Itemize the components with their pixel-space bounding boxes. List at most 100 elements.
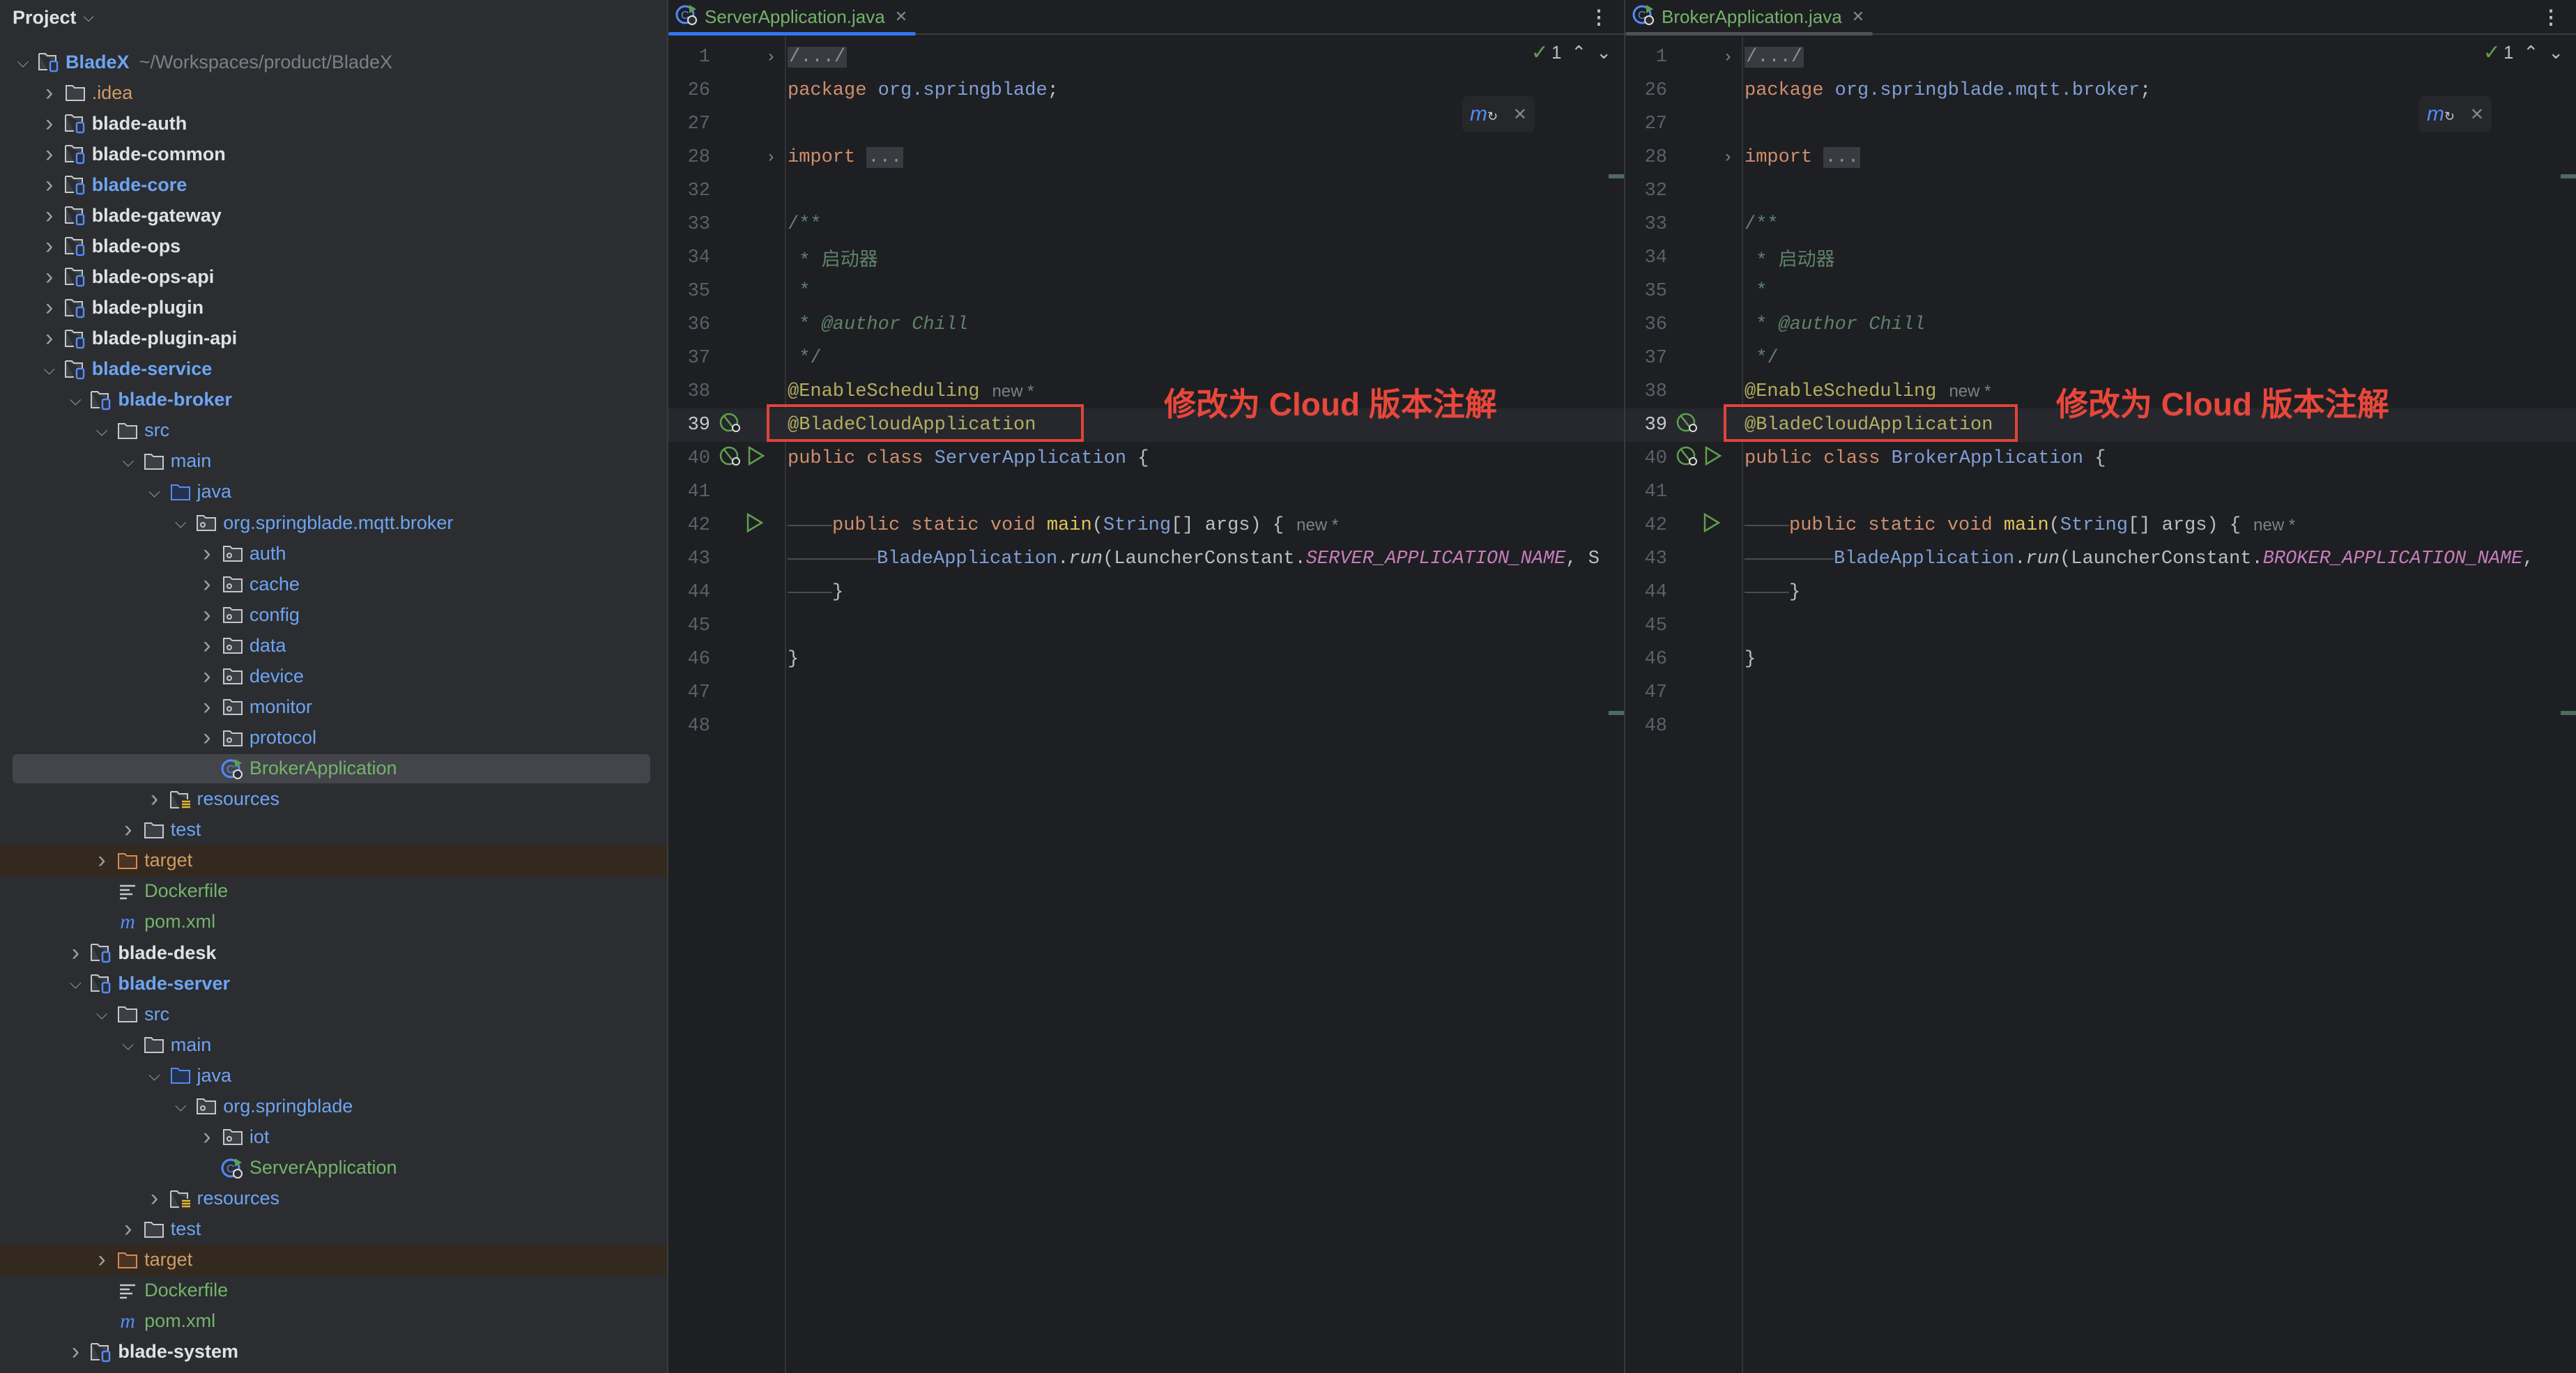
code-line[interactable]: 33 /** [1625, 208, 2576, 241]
folded-region[interactable]: /.../ [1745, 47, 1804, 68]
code-line[interactable]: 45 [668, 609, 1624, 643]
code-line[interactable]: 48 [1625, 709, 2576, 743]
chevron-right-icon[interactable]: › [194, 540, 220, 567]
chevron-down-icon[interactable]: ⌵ [62, 391, 89, 409]
tree-item-blade-ops[interactable]: › blade-ops [0, 231, 667, 261]
chevron-right-icon[interactable]: › [36, 171, 63, 199]
chevron-right-icon[interactable]: › [36, 325, 63, 352]
chevron-right-icon[interactable]: › [141, 785, 168, 813]
tree-item-dockerfile[interactable]: Dockerfile [0, 876, 667, 907]
chevron-right-icon[interactable]: › [194, 724, 220, 751]
project-view-selector[interactable]: Project ⌵ [13, 7, 94, 29]
chevron-right-icon[interactable]: › [115, 1215, 141, 1243]
code-line[interactable]: 41 [668, 475, 1624, 509]
tree-item-blade-plugin-api[interactable]: › blade-plugin-api [0, 323, 667, 354]
tree-item-protocol[interactable]: › protocol [0, 723, 667, 753]
editor-tab[interactable]: C ServerApplication.java ✕ [668, 0, 917, 36]
chevron-down-icon[interactable]: ⌵ [141, 1066, 168, 1084]
chevron-right-icon[interactable]: › [194, 663, 220, 690]
code-line[interactable]: 28 › import ... [1625, 141, 2576, 174]
fold-chevron-icon[interactable]: › [766, 48, 776, 67]
chevron-right-icon[interactable]: › [36, 141, 63, 168]
run-icon[interactable] [1701, 511, 1722, 541]
tree-item-device[interactable]: › device [0, 661, 667, 691]
code-line[interactable]: 41 [1625, 475, 2576, 509]
chevron-right-icon[interactable]: › [36, 263, 63, 291]
tree-item-blade-gateway[interactable]: › blade-gateway [0, 200, 667, 231]
tree-item-serverapplication[interactable]: C ServerApplication [0, 1153, 667, 1183]
previous-highlight-icon[interactable]: ⌃ [2523, 42, 2538, 63]
tree-item-test[interactable]: › test [0, 1214, 667, 1245]
code-line[interactable]: 37 */ [668, 342, 1624, 375]
tree-item-org-springblade[interactable]: ⌵ org.springblade [0, 1091, 667, 1121]
code-line[interactable]: 43 BladeApplication. run (LauncherConstant.… [668, 542, 1624, 576]
tree-item-resources[interactable]: › resources [0, 784, 667, 815]
author-hint[interactable]: new * [2253, 516, 2295, 535]
chevron-right-icon[interactable]: › [194, 601, 220, 629]
chevron-right-icon[interactable]: › [36, 202, 63, 229]
tree-item-monitor[interactable]: › monitor [0, 691, 667, 722]
author-hint[interactable]: new * [1949, 382, 1991, 401]
tree-item-iot[interactable]: › iot [0, 1121, 667, 1152]
chevron-right-icon[interactable]: › [115, 816, 141, 843]
tree-item-blade-plugin[interactable]: › blade-plugin [0, 293, 667, 323]
close-icon[interactable]: ✕ [1513, 105, 1527, 125]
chevron-right-icon[interactable]: › [36, 110, 63, 137]
chevron-right-icon[interactable]: › [194, 571, 220, 598]
spring-bean-icon[interactable] [719, 411, 742, 440]
chevron-down-icon[interactable]: ⌵ [141, 483, 168, 501]
chevron-right-icon[interactable]: › [36, 79, 63, 107]
tree-item-target[interactable]: › target [0, 1244, 667, 1275]
tree-item-auth[interactable]: › auth [0, 538, 667, 569]
code-line[interactable]: 46} [1625, 643, 2576, 676]
fold-chevron-icon[interactable]: › [1723, 148, 1733, 167]
tree-item-blade-system[interactable]: › blade-system [0, 1337, 667, 1367]
inspection-widget[interactable]: ✓ 1 ⌃ ⌄ [2483, 40, 2563, 65]
tree-item-main[interactable]: ⌵ main [0, 446, 667, 477]
next-highlight-icon[interactable]: ⌄ [1596, 42, 1611, 63]
code-line[interactable]: 46} [668, 643, 1624, 676]
code-line[interactable]: 35 * [1625, 275, 2576, 308]
close-tab-icon[interactable]: ✕ [1852, 8, 1864, 26]
chevron-right-icon[interactable]: › [62, 1338, 89, 1365]
chevron-right-icon[interactable]: › [89, 847, 115, 874]
code-line[interactable]: 28 › import ... [668, 141, 1624, 174]
chevron-right-icon[interactable]: › [194, 632, 220, 659]
code-line[interactable]: 34 * 启动器 [668, 241, 1624, 275]
tree-item-main[interactable]: ⌵ main [0, 1029, 667, 1060]
close-tab-icon[interactable]: ✕ [895, 8, 907, 26]
more-options-icon[interactable]: ⋮ [1589, 6, 1609, 29]
run-icon[interactable] [744, 511, 765, 541]
code-line[interactable]: 43 BladeApplication. run (LauncherConstant.… [1625, 542, 2576, 576]
code-line[interactable]: 34 * 启动器 [1625, 241, 2576, 275]
spring-bean-icon[interactable] [1676, 411, 1699, 440]
author-hint[interactable]: new * [992, 382, 1034, 401]
tree-item-data[interactable]: › data [0, 630, 667, 661]
tree-item-pom-xml[interactable]: m pom.xml [0, 907, 667, 937]
run-icon[interactable] [745, 444, 766, 474]
tree-item-pom-xml[interactable]: m pom.xml [0, 1306, 667, 1337]
chevron-right-icon[interactable]: › [36, 233, 63, 260]
chevron-down-icon[interactable]: ⌵ [36, 360, 63, 378]
next-highlight-icon[interactable]: ⌄ [2548, 42, 2563, 63]
code-line[interactable]: 36 * @author Chill [1625, 308, 2576, 342]
chevron-right-icon[interactable]: › [89, 1246, 115, 1273]
tree-item-test[interactable]: › test [0, 815, 667, 845]
chevron-right-icon[interactable]: › [141, 1185, 168, 1212]
spring-bean-icon[interactable] [1676, 444, 1699, 474]
tree-item-org-springblade-mqtt-broker[interactable]: ⌵ org.springblade.mqtt.broker [0, 507, 667, 538]
tree-item-target[interactable]: › target [0, 845, 667, 876]
chevron-down-icon[interactable]: ⌵ [115, 452, 141, 470]
chevron-right-icon[interactable]: › [194, 693, 220, 721]
tree-item-dockerfile[interactable]: Dockerfile [0, 1275, 667, 1306]
code-line[interactable]: 48 [668, 709, 1624, 743]
tree-item-idea[interactable]: › .idea [0, 77, 667, 108]
code-line[interactable]: 44} [668, 576, 1624, 609]
code-line[interactable]: 1 › /.../ [1625, 40, 2576, 74]
tree-item-brokerapplication[interactable]: C BrokerApplication [0, 753, 667, 784]
more-options-icon[interactable]: ⋮ [2541, 6, 2561, 29]
folded-region[interactable]: ... [1823, 147, 1861, 168]
code-line[interactable]: 47 [1625, 676, 2576, 709]
close-icon[interactable]: ✕ [2470, 105, 2484, 125]
maven-reload-icon[interactable]: m↻ [1470, 102, 1498, 126]
